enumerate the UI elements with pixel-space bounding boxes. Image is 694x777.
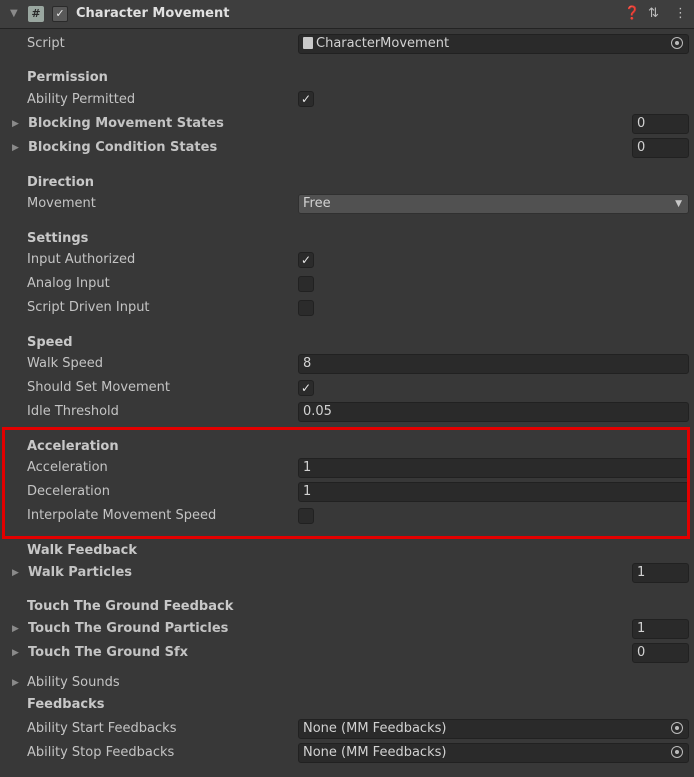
- idle-threshold-field[interactable]: 0.05: [298, 402, 689, 422]
- foldout-arrow-icon[interactable]: ▶: [12, 624, 19, 634]
- ability-start-feedbacks-label: Ability Start Feedbacks: [27, 721, 177, 736]
- walk-speed-field[interactable]: 8: [298, 354, 689, 374]
- foldout-arrow-icon[interactable]: ▶: [12, 678, 19, 688]
- blocking-condition-size-field[interactable]: 0: [632, 138, 689, 158]
- movement-dropdown[interactable]: Free ▼: [298, 194, 689, 214]
- movement-dropdown-value: Free: [303, 196, 331, 211]
- feedbacks-heading: Feedbacks: [27, 697, 105, 712]
- script-icon: #: [28, 6, 44, 22]
- ability-start-feedbacks-value: None (MM Feedbacks): [303, 721, 447, 736]
- direction-heading: Direction: [27, 175, 95, 190]
- idle-threshold-label: Idle Threshold: [27, 404, 119, 419]
- component-enabled-checkbox[interactable]: ✓: [52, 6, 68, 22]
- interpolate-movement-speed-label: Interpolate Movement Speed: [27, 508, 217, 523]
- ability-start-feedbacks-field[interactable]: None (MM Feedbacks): [298, 719, 689, 739]
- blocking-condition-label[interactable]: Blocking Condition States: [28, 140, 217, 155]
- object-picker-icon[interactable]: [671, 746, 683, 758]
- touch-ground-particles-size-field[interactable]: 1: [632, 619, 689, 639]
- permission-heading: Permission: [27, 70, 108, 85]
- foldout-arrow-icon[interactable]: ▶: [12, 143, 19, 153]
- should-set-movement-checkbox[interactable]: ✓: [298, 380, 314, 396]
- script-field[interactable]: CharacterMovement: [298, 34, 689, 54]
- ability-stop-feedbacks-field[interactable]: None (MM Feedbacks): [298, 743, 689, 763]
- script-file-icon: [303, 37, 313, 49]
- foldout-arrow-icon[interactable]: ▶: [12, 119, 19, 129]
- foldout-arrow-icon[interactable]: ▶: [12, 568, 19, 578]
- ability-permitted-label: Ability Permitted: [27, 92, 136, 107]
- settings-heading: Settings: [27, 231, 89, 246]
- script-driven-input-label: Script Driven Input: [27, 300, 150, 315]
- analog-input-label: Analog Input: [27, 276, 110, 291]
- input-authorized-label: Input Authorized: [27, 252, 136, 267]
- deceleration-label: Deceleration: [27, 484, 110, 499]
- walk-particles-size-field[interactable]: 1: [632, 563, 689, 583]
- component-title: Character Movement: [76, 6, 230, 21]
- foldout-arrow-icon[interactable]: ▶: [12, 648, 19, 658]
- blocking-movement-label[interactable]: Blocking Movement States: [28, 116, 224, 131]
- foldout-arrow-icon[interactable]: ▼: [10, 8, 18, 19]
- walk-particles-label[interactable]: Walk Particles: [28, 565, 132, 580]
- ability-stop-feedbacks-value: None (MM Feedbacks): [303, 745, 447, 760]
- input-authorized-checkbox[interactable]: ✓: [298, 252, 314, 268]
- deceleration-field[interactable]: 1: [298, 482, 689, 502]
- script-field-value: CharacterMovement: [316, 36, 450, 51]
- touch-ground-sfx-size-field[interactable]: 0: [632, 643, 689, 663]
- inspector-panel: ▼ # ✓ Character Movement ❓ ⇅ ⋮ Script Ch…: [0, 0, 694, 777]
- should-set-movement-label: Should Set Movement: [27, 380, 171, 395]
- ability-stop-feedbacks-label: Ability Stop Feedbacks: [27, 745, 175, 760]
- movement-label: Movement: [27, 196, 96, 211]
- touch-ground-particles-label[interactable]: Touch The Ground Particles: [28, 621, 228, 636]
- ability-sounds-foldout[interactable]: Ability Sounds: [27, 675, 120, 690]
- speed-heading: Speed: [27, 335, 73, 350]
- object-picker-icon[interactable]: [671, 722, 683, 734]
- analog-input-checkbox[interactable]: [298, 276, 314, 292]
- component-header[interactable]: ▼ # ✓ Character Movement ❓ ⇅ ⋮: [0, 0, 694, 29]
- help-icon[interactable]: ❓: [624, 6, 640, 21]
- dropdown-caret-icon: ▼: [675, 199, 682, 209]
- touch-ground-heading: Touch The Ground Feedback: [27, 599, 234, 614]
- ability-permitted-checkbox[interactable]: ✓: [298, 91, 314, 107]
- script-driven-input-checkbox[interactable]: [298, 300, 314, 316]
- script-label: Script: [27, 36, 65, 51]
- acceleration-field[interactable]: 1: [298, 458, 689, 478]
- interpolate-movement-speed-checkbox[interactable]: [298, 508, 314, 524]
- presets-icon[interactable]: ⇅: [648, 6, 659, 21]
- walk-feedback-heading: Walk Feedback: [27, 543, 137, 558]
- acceleration-label: Acceleration: [27, 460, 108, 475]
- walk-speed-label: Walk Speed: [27, 356, 104, 371]
- touch-ground-sfx-label[interactable]: Touch The Ground Sfx: [28, 645, 188, 660]
- acceleration-heading: Acceleration: [27, 439, 119, 454]
- kebab-menu-icon[interactable]: ⋮: [674, 6, 687, 21]
- blocking-movement-size-field[interactable]: 0: [632, 114, 689, 134]
- object-picker-icon[interactable]: [671, 37, 683, 49]
